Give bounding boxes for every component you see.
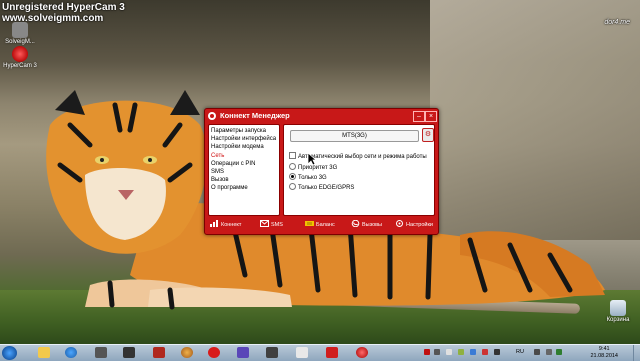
window-body: Параметры запуска Настройки интерфейса Н… — [208, 124, 435, 218]
desktop-icon-label: Корзина — [606, 317, 630, 323]
tray-icon[interactable] — [482, 349, 488, 355]
windows-start-icon[interactable] — [2, 346, 17, 360]
nav-item-about[interactable]: О программе — [211, 184, 277, 192]
tray-icon[interactable] — [434, 349, 440, 355]
sms-button[interactable]: SMS — [260, 220, 283, 231]
settings-button[interactable]: Настройки — [395, 220, 433, 231]
hypercam-icon — [12, 46, 28, 62]
game-icon[interactable] — [153, 347, 165, 358]
mode-radio[interactable] — [289, 173, 296, 180]
media-player-icon[interactable] — [95, 347, 107, 358]
desktop-icon-hypercam[interactable]: HyperCam 3 — [0, 46, 40, 69]
yandex-icon[interactable] — [326, 347, 338, 358]
tray-icon[interactable] — [470, 349, 476, 355]
bottom-toolbar: Коннект SMS Баланс Вызовы Настройки — [208, 220, 435, 232]
calls-label: Вызовы — [362, 222, 383, 228]
mode-radio[interactable] — [289, 183, 296, 190]
nav-item-call[interactable]: Вызов — [211, 176, 277, 184]
mode-radio[interactable] — [289, 163, 296, 170]
tray-icon[interactable] — [556, 349, 562, 355]
app-logo-icon — [208, 112, 216, 120]
taskbar-clock[interactable]: 9:41 21.08.2014 — [590, 346, 618, 360]
volume-icon[interactable] — [546, 349, 552, 355]
tray-icon[interactable] — [458, 349, 464, 355]
tray-icon[interactable] — [446, 349, 452, 355]
mode-label: Только 3G — [298, 175, 327, 181]
close-button[interactable]: × — [425, 111, 437, 122]
connect-manager-taskbar-icon[interactable] — [208, 347, 220, 358]
settings-icon — [396, 220, 403, 227]
language-indicator[interactable]: RU — [516, 349, 524, 355]
internet-explorer-icon[interactable] — [65, 347, 77, 358]
network-icon[interactable] — [534, 349, 540, 355]
calls-button[interactable]: Вызовы — [351, 220, 382, 231]
nav-item-sms[interactable]: SMS — [211, 168, 277, 176]
sms-label: SMS — [271, 222, 283, 228]
connect-button[interactable]: Коннект — [210, 220, 241, 231]
connect-manager-window: Коннект Менеджер – × Параметры запуска Н… — [204, 108, 439, 235]
mode-option-edge-gprs[interactable]: Только EDGE/GPRS — [289, 183, 354, 191]
solveigmm-icon — [12, 22, 28, 38]
settings-nav: Параметры запуска Настройки интерфейса Н… — [208, 124, 280, 216]
phone-icon — [351, 220, 360, 227]
window-title: Коннект Менеджер — [220, 111, 290, 120]
game-icon[interactable] — [266, 347, 278, 358]
mode-option-3g-only[interactable]: Только 3G — [289, 173, 327, 181]
minimize-button[interactable]: – — [413, 111, 425, 122]
clock-date: 21.08.2014 — [590, 353, 618, 359]
recycle-bin-icon — [610, 300, 626, 316]
settings-label: Настройки — [406, 222, 433, 228]
network-settings-panel: MTS(3G) ⚙ Автоматический выбор сети и ре… — [283, 124, 435, 216]
network-name-field[interactable]: MTS(3G) — [290, 130, 419, 142]
clock-time: 9:41 — [598, 346, 610, 352]
balance-label: Баланс — [316, 222, 335, 228]
taskbar: RU 9:41 21.08.2014 — [0, 344, 640, 361]
auto-select-label: Автоматический выбор сети и режима работ… — [298, 154, 427, 160]
desktop-icon-label: HyperCam 3 — [3, 63, 37, 69]
explorer-folder-icon[interactable] — [38, 347, 50, 358]
nav-item-pin-operations[interactable]: Операции с PIN — [211, 160, 277, 168]
signal-bars-icon — [210, 220, 218, 227]
show-desktop-button[interactable] — [633, 345, 640, 361]
envelope-icon — [260, 220, 269, 227]
desktop-icon-label: SolveigM... — [5, 39, 35, 45]
site-watermark: dor4.me — [604, 19, 630, 26]
tray-icon[interactable] — [494, 349, 500, 355]
mode-label: Приоритет 3G — [298, 165, 338, 171]
nav-item-interface-settings[interactable]: Настройки интерфейса — [211, 135, 277, 143]
window-titlebar[interactable]: Коннект Менеджер – × — [205, 109, 438, 123]
mode-label: Только EDGE/GPRS — [298, 185, 355, 191]
tray-record-icon[interactable] — [424, 349, 430, 355]
mouse-cursor-icon — [307, 152, 317, 166]
coins-icon — [305, 221, 314, 226]
auto-select-checkbox[interactable] — [289, 152, 296, 159]
nav-item-launch-params[interactable]: Параметры запуска — [211, 127, 277, 135]
app-icon[interactable] — [123, 347, 135, 358]
nav-item-network[interactable]: Сеть — [211, 152, 277, 160]
desktop-icon-recycle-bin[interactable]: Корзина — [598, 300, 638, 323]
nav-item-modem-settings[interactable]: Настройки модема — [211, 143, 277, 151]
desktop-icon-solveigmm[interactable]: SolveigM... — [0, 22, 40, 45]
hypercam-watermark: Unregistered HyperCam 3 — [2, 2, 125, 13]
settings-icon[interactable]: ⚙ — [422, 128, 434, 142]
connect-label: Коннект — [221, 222, 242, 228]
document-icon[interactable] — [296, 347, 308, 358]
hypercam-taskbar-icon[interactable] — [356, 347, 368, 358]
media-icon[interactable] — [181, 347, 193, 358]
app-icon[interactable] — [237, 347, 249, 358]
balance-button[interactable]: Баланс — [305, 220, 335, 231]
